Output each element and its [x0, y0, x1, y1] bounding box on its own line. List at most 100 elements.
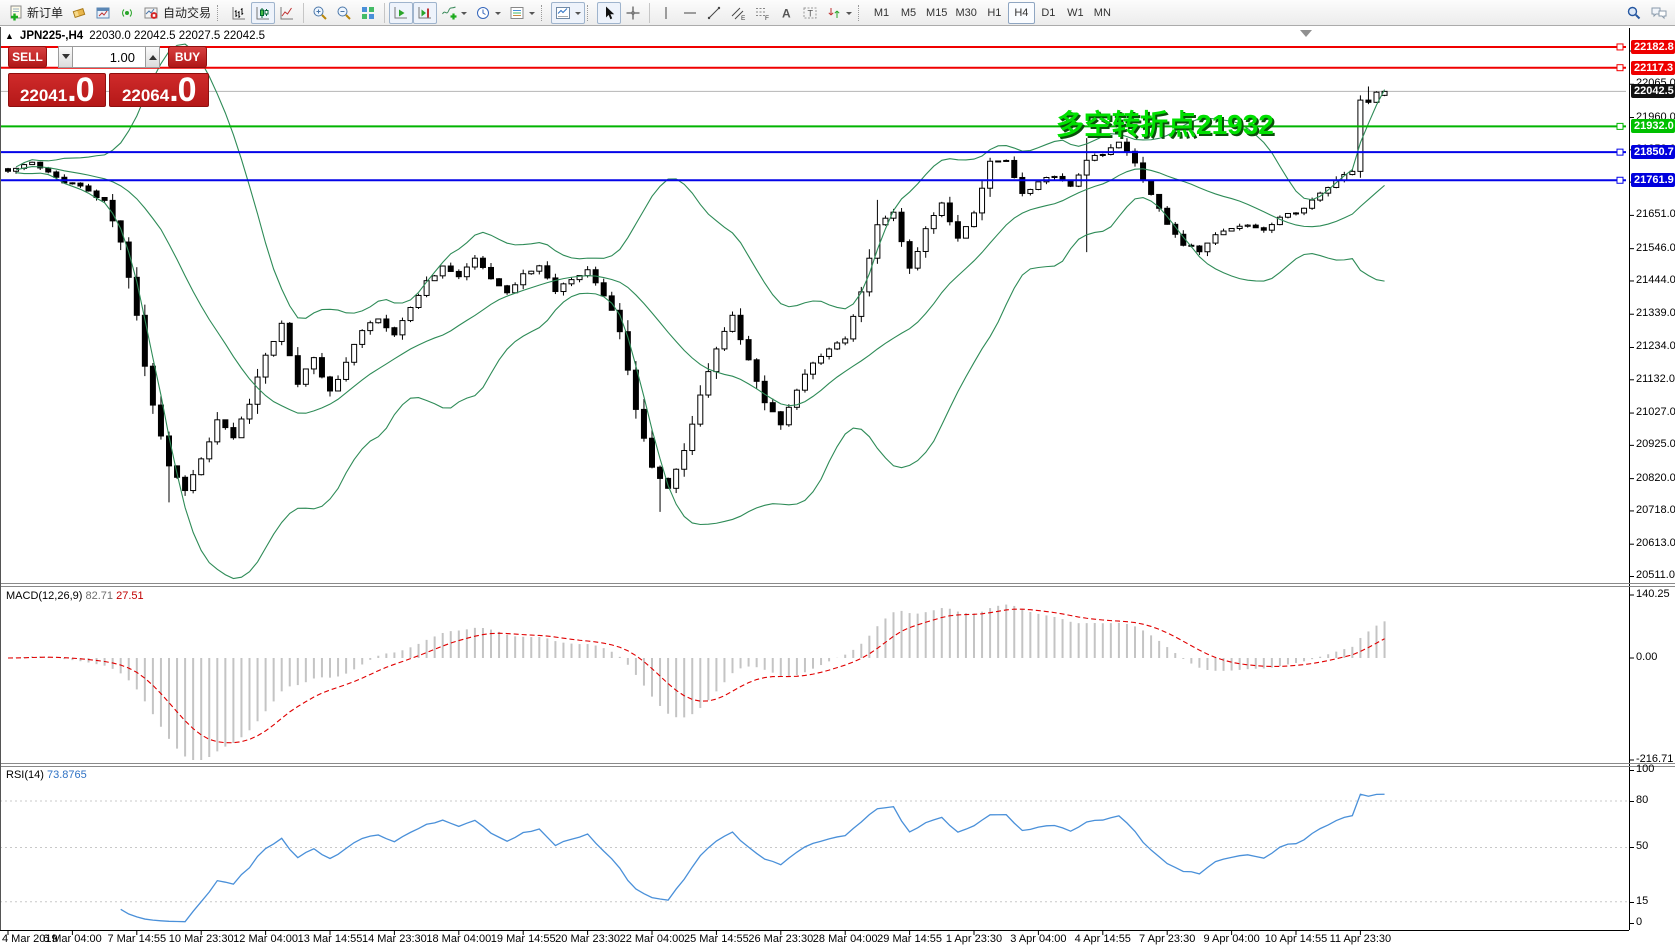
chevron-down-icon: [846, 12, 852, 18]
buy-button[interactable]: BUY: [168, 46, 207, 68]
chart-shift-icon: [417, 5, 433, 21]
line-chart-mode-icon: [279, 5, 295, 21]
search-button[interactable]: [1622, 2, 1646, 24]
trendline-tool-button[interactable]: [702, 2, 726, 24]
cursor-tool-button[interactable]: [597, 2, 621, 24]
periods-button[interactable]: [471, 2, 505, 24]
zoom-out-button[interactable]: [332, 2, 356, 24]
tile-windows-button[interactable]: [356, 2, 380, 24]
timeframe-h1-button[interactable]: H1: [981, 2, 1008, 24]
bar-chart-mode-icon: [231, 5, 247, 21]
autotrading-icon: [143, 5, 159, 21]
toolbar-grip: [541, 5, 547, 21]
chat-button[interactable]: [1646, 2, 1672, 24]
timeframe-m15-button[interactable]: M15: [922, 2, 951, 24]
chart-ohlc-readout: ▲ JPN225-,H4 22030.0 22042.5 22027.5 220…: [5, 30, 265, 42]
text-label-icon: T: [802, 5, 818, 21]
rsi-label: RSI(14) 73.8765: [6, 769, 87, 781]
open-chart-button[interactable]: [91, 2, 115, 24]
add-indicator-icon: [441, 5, 457, 21]
sell-price-main: 22041: [20, 80, 67, 112]
bar-chart-mode-button[interactable]: [227, 2, 251, 24]
chart-canvas[interactable]: [0, 27, 1675, 948]
pivot-annotation-text[interactable]: 多空转折点21932: [1056, 103, 1274, 143]
text-label-tool-button[interactable]: T: [798, 2, 822, 24]
timeframe-m1-button[interactable]: M1: [868, 2, 895, 24]
volume-decrease-button[interactable]: [58, 46, 73, 68]
svg-text:E: E: [741, 15, 746, 21]
timeframe-w1-button[interactable]: W1: [1062, 2, 1089, 24]
chart-window[interactable]: 22170.022065.021960.021858.021756.021651…: [0, 27, 1675, 948]
one-click-trading-panel: SELL BUY 22041.0 22064.0: [8, 46, 209, 107]
svg-text:F: F: [765, 15, 769, 21]
add-indicator-button[interactable]: [437, 2, 471, 24]
autotrading-label: 自动交易: [163, 4, 211, 21]
new-order-icon: [7, 5, 23, 21]
toolbar: 新订单 自动交易: [0, 0, 1675, 26]
timeframe-mn-button[interactable]: MN: [1089, 2, 1116, 24]
tile-windows-icon: [360, 5, 376, 21]
trendline-icon: [706, 5, 722, 21]
styler-button[interactable]: [67, 2, 91, 24]
ohlc-values: 22030.0 22042.5 22027.5 22042.5: [89, 30, 265, 42]
sell-price-fraction: .0: [67, 74, 93, 106]
horizontal-line-icon: [682, 5, 698, 21]
horizontal-line-tool-button[interactable]: [678, 2, 702, 24]
macd-label: MACD(12,26,9) 82.71 27.51: [6, 590, 144, 602]
fibonacci-tool-button[interactable]: F: [750, 2, 774, 24]
signal-icon: [119, 5, 135, 21]
chevron-down-icon: [529, 12, 535, 18]
timeframe-h4-button[interactable]: H4: [1008, 2, 1035, 24]
autotrading-button[interactable]: 自动交易: [139, 2, 215, 24]
crosshair-icon: [625, 5, 641, 21]
buy-price-display[interactable]: 22064.0: [109, 73, 209, 107]
clock-icon: [475, 5, 491, 21]
channel-icon: E: [730, 5, 746, 21]
mt4-window: 新订单 自动交易: [0, 0, 1675, 948]
eraser-icon: [71, 5, 87, 21]
toolbar-grip: [858, 5, 864, 21]
arrows-tool-button[interactable]: [822, 2, 856, 24]
crosshair-tool-button[interactable]: [621, 2, 645, 24]
timeframe-m5-button[interactable]: M5: [895, 2, 922, 24]
volume-input[interactable]: [73, 46, 145, 68]
toolbar-separator: [303, 3, 304, 23]
sell-price-display[interactable]: 22041.0: [8, 73, 106, 107]
chart-border: [0, 27, 1, 930]
zoom-in-button[interactable]: [308, 2, 332, 24]
line-chart-mode-button[interactable]: [275, 2, 299, 24]
triangle-up-icon: [149, 51, 157, 60]
auto-scroll-button[interactable]: [389, 2, 413, 24]
auto-scroll-icon: [393, 5, 409, 21]
buy-price-fraction: .0: [169, 74, 195, 106]
new-order-button[interactable]: 新订单: [3, 2, 67, 24]
toolbar-grip: [587, 5, 593, 21]
vertical-line-icon: [658, 5, 674, 21]
indicator-windows-button[interactable]: [551, 2, 585, 24]
candlestick-mode-icon: [255, 5, 271, 21]
trade-panel-collapse-arrow[interactable]: ▲: [5, 31, 14, 41]
toolbar-separator: [384, 3, 385, 23]
vertical-line-tool-button[interactable]: [654, 2, 678, 24]
text-icon: A: [778, 5, 794, 21]
volume-increase-button[interactable]: [145, 46, 160, 68]
templates-icon: [509, 5, 525, 21]
timeframe-m30-button[interactable]: M30: [951, 2, 980, 24]
templates-button[interactable]: [505, 2, 539, 24]
fibonacci-icon: F: [754, 5, 770, 21]
chevron-down-icon: [495, 12, 501, 18]
triangle-down-icon: [62, 54, 70, 63]
chevron-down-icon: [461, 12, 467, 18]
toolbar-grip: [217, 5, 223, 21]
svg-text:A: A: [782, 6, 791, 20]
zoom-in-icon: [312, 5, 328, 21]
candlestick-mode-button[interactable]: [251, 2, 275, 24]
chart-shift-button[interactable]: [413, 2, 437, 24]
signals-button[interactable]: [115, 2, 139, 24]
text-tool-button[interactable]: A: [774, 2, 798, 24]
channel-tool-button[interactable]: E: [726, 2, 750, 24]
svg-text:T: T: [808, 8, 814, 18]
timeframe-d1-button[interactable]: D1: [1035, 2, 1062, 24]
arrows-icon: [826, 5, 842, 21]
sell-button[interactable]: SELL: [8, 46, 47, 68]
